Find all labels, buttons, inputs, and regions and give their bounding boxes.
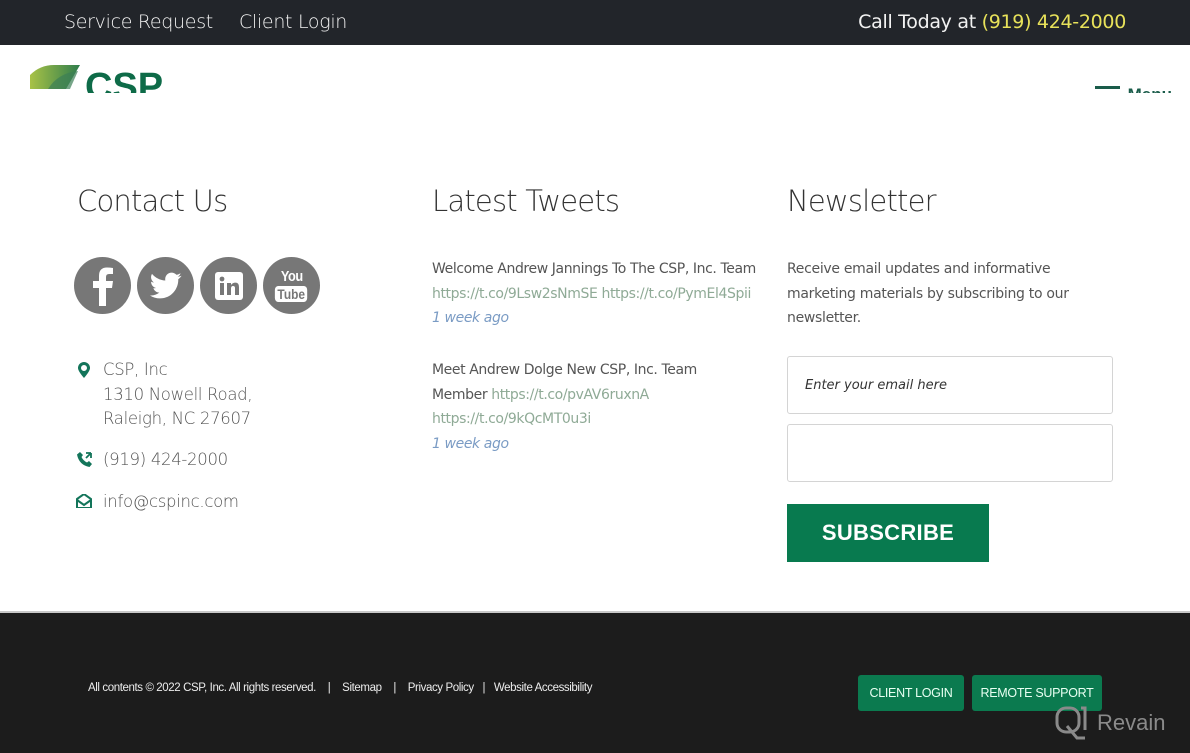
newsletter-description: Receive email updates and informative ma…: [787, 261, 1069, 326]
subscribe-button[interactable]: SUBSCRIBE: [787, 504, 989, 562]
twitter-icon: [149, 272, 181, 298]
site-header: CSP Menu: [0, 45, 1190, 93]
contact-email[interactable]: info@cspinc.com: [76, 490, 239, 515]
newsletter-second-input[interactable]: [787, 424, 1113, 482]
sitemap-link[interactable]: Sitemap: [342, 682, 382, 694]
call-phone[interactable]: (919) 424-2000: [982, 11, 1127, 33]
tweet-link[interactable]: https://t.co/9kQcMT0u3i: [432, 411, 591, 427]
facebook-button[interactable]: [74, 257, 131, 314]
separator: |: [327, 682, 331, 694]
youtube-icon: You Tube: [272, 269, 310, 302]
youtube-button[interactable]: You Tube: [263, 257, 320, 314]
linkedin-button[interactable]: [200, 257, 257, 314]
client-login-link[interactable]: Client Login: [239, 11, 347, 33]
facebook-icon: [92, 267, 113, 306]
phone-icon: [76, 448, 92, 473]
menu-label: Menu: [1128, 85, 1172, 93]
separator: |: [482, 682, 486, 694]
twitter-button[interactable]: [137, 257, 194, 314]
tweet-link[interactable]: https://t.co/PymEl4Spii: [601, 286, 751, 302]
site-footer: All contents © 2022 CSP, Inc. All rights…: [0, 613, 1190, 753]
tweet-time[interactable]: 1 week ago: [432, 306, 772, 331]
menu-button[interactable]: Menu: [1094, 85, 1172, 93]
newsletter-title: Newsletter: [787, 184, 937, 218]
email-input[interactable]: [787, 356, 1113, 414]
revain-logo-icon: [1055, 706, 1087, 740]
footer-legal: All contents © 2022 CSP, Inc. All rights…: [88, 682, 592, 694]
top-bar: Service Request Client Login Call Today …: [0, 0, 1190, 45]
contact-us-title: Contact Us: [77, 184, 228, 218]
call-today: Call Today at (919) 424-2000: [858, 11, 1126, 33]
tweet-item: Meet Andrew Dolge New CSP, Inc. Team Mem…: [432, 358, 712, 456]
email-address[interactable]: info@cspinc.com: [103, 490, 239, 515]
logo-text: CSP: [85, 66, 163, 93]
tweet-link[interactable]: https://t.co/9Lsw2sNmSE: [432, 286, 598, 302]
service-request-link[interactable]: Service Request: [64, 11, 213, 33]
privacy-policy-link[interactable]: Privacy Policy: [408, 682, 474, 694]
tweet-text: Welcome Andrew Jannings To The CSP, Inc.…: [432, 261, 756, 277]
phone-number[interactable]: (919) 424-2000: [103, 448, 228, 473]
hamburger-icon: [1094, 86, 1120, 89]
contact-address: CSP, Inc 1310 Nowell Road, Raleigh, NC 2…: [76, 358, 253, 432]
social-icons: You Tube: [74, 257, 320, 314]
address-line: CSP, Inc: [103, 360, 168, 379]
location-pin-icon: [76, 358, 92, 432]
footer-client-login-button[interactable]: CLIENT LOGIN: [858, 675, 964, 711]
revain-watermark: Revain: [1055, 706, 1165, 740]
call-prefix: Call Today at: [858, 11, 982, 33]
tweet-item: Welcome Andrew Jannings To The CSP, Inc.…: [432, 257, 772, 331]
address-line: 1310 Nowell Road,: [103, 384, 253, 404]
csp-logo[interactable]: CSP: [30, 65, 170, 93]
envelope-icon: [76, 490, 92, 515]
tweet-link[interactable]: https://t.co/pvAV6ruxnA: [491, 387, 649, 403]
latest-tweets-title: Latest Tweets: [432, 184, 620, 218]
contact-phone[interactable]: (919) 424-2000: [76, 448, 228, 473]
tweet-time[interactable]: 1 week ago: [432, 432, 712, 457]
watermark-text: Revain: [1097, 710, 1166, 735]
address-line: Raleigh, NC 27607: [103, 409, 251, 428]
website-accessibility-link[interactable]: Website Accessibility: [494, 682, 593, 694]
separator: |: [393, 682, 396, 694]
linkedin-icon: [214, 271, 243, 300]
copyright-text: All contents © 2022 CSP, Inc. All rights…: [88, 682, 316, 694]
